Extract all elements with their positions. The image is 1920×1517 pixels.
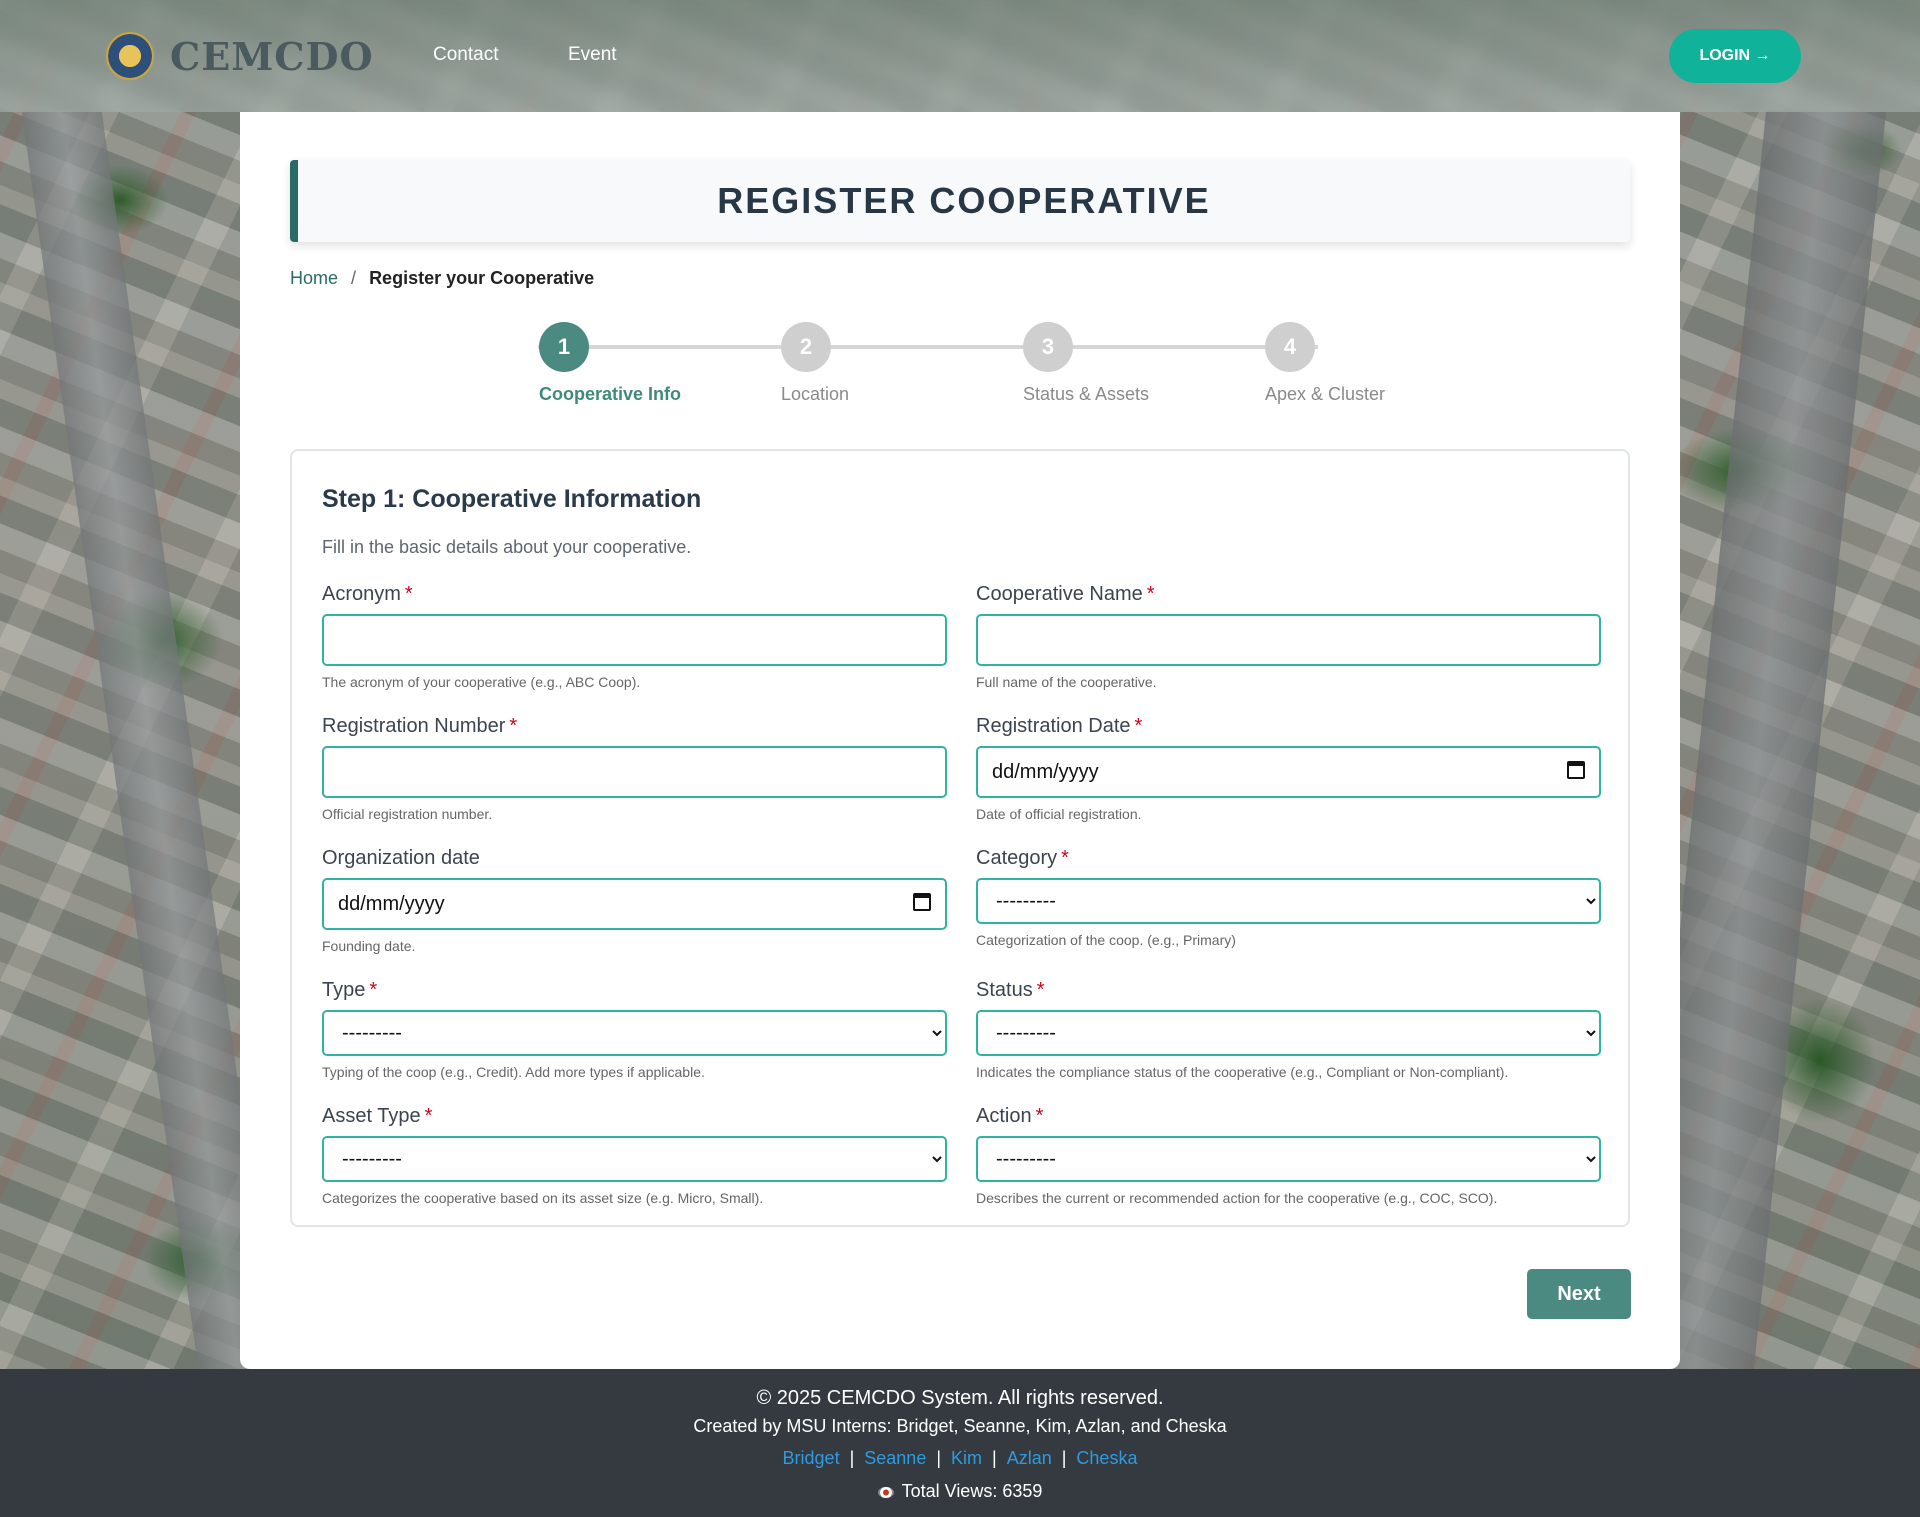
type-label: Type * [322, 979, 378, 1001]
reg-date-field-group: Registration Date* Date of official regi… [976, 715, 1601, 822]
breadcrumb-home-link[interactable]: Home [290, 268, 338, 288]
type-select[interactable]: --------- [322, 1010, 947, 1056]
coop-name-help: Full name of the cooperative. [976, 674, 1157, 690]
step-3-circle[interactable]: 3 [1023, 322, 1073, 372]
status-field-group: Status * --------- Indicates the complian… [976, 979, 1601, 1080]
page-title-box: REGISTER COOPERATIVE [290, 160, 1630, 242]
intern-link-bridget[interactable]: Bridget [783, 1448, 840, 1468]
coop-name-label: Cooperative Name * [976, 583, 1155, 605]
asset-type-field-group: Asset Type * --------- Categorizes the co… [322, 1105, 947, 1206]
step-1-circle[interactable]: 1 [539, 322, 589, 372]
nav-contact-link[interactable]: Contact [433, 44, 498, 66]
status-help: Indicates the compliance status of the c… [976, 1064, 1509, 1080]
type-help: Typing of the coop (e.g., Credit). Add m… [322, 1064, 705, 1080]
calendar-icon[interactable] [913, 893, 931, 911]
breadcrumb: Home / Register your Cooperative [290, 268, 594, 289]
intern-link-cheska[interactable]: Cheska [1076, 1448, 1137, 1468]
reg-number-help: Official registration number. [322, 806, 493, 822]
main-card: REGISTER COOPERATIVE Home / Register you… [240, 112, 1680, 1369]
step-4-circle[interactable]: 4 [1265, 322, 1315, 372]
category-select[interactable]: --------- [976, 878, 1601, 924]
brand-name[interactable]: CEMCDO [170, 34, 374, 79]
stepper-track [538, 345, 1318, 349]
intern-link-kim[interactable]: Kim [951, 1448, 982, 1468]
reg-number-label: Registration Number * [322, 715, 518, 737]
step-1-label: Cooperative Info [539, 384, 682, 404]
org-date-help: Founding date. [322, 938, 416, 954]
form-subtitle: Fill in the basic details about your coo… [322, 537, 692, 557]
total-views-text: Total Views: 6359 [901, 1481, 1043, 1501]
footer-copyright: © 2025 CEMCDO System. All rights reserve… [756, 1387, 1164, 1409]
intern-link-seanne[interactable]: Seanne [864, 1448, 926, 1468]
reg-number-input[interactable] [322, 746, 947, 798]
step-4-label: Apex & Cluster [1265, 384, 1386, 404]
nav-event-link[interactable]: Event [568, 44, 617, 66]
org-date-input[interactable] [322, 878, 947, 930]
intern-link-azlan[interactable]: Azlan [1007, 1448, 1052, 1468]
login-button[interactable]: LOGIN → [1669, 29, 1801, 83]
reg-date-help: Date of official registration. [976, 806, 1142, 822]
acronym-input[interactable] [322, 614, 947, 666]
step-2-circle[interactable]: 2 [781, 322, 831, 372]
calendar-icon[interactable] [1567, 761, 1585, 779]
cooperative-info-form: Step 1: Cooperative Information Fill in … [290, 449, 1630, 1227]
next-button[interactable]: Next [1527, 1269, 1631, 1319]
action-label: Action * [976, 1105, 1044, 1127]
form-title: Step 1: Cooperative Information [322, 485, 702, 513]
asset-type-label: Asset Type * [322, 1105, 433, 1127]
breadcrumb-current: Register your Cooperative [369, 268, 595, 288]
top-header: CEMCDO Contact Event LOGIN → [0, 0, 1920, 112]
asset-type-select[interactable]: --------- [322, 1136, 947, 1182]
acronym-field-group: Acronym * The acronym of your cooperative… [322, 583, 947, 690]
asset-type-help: Categorizes the cooperative based on its… [322, 1190, 764, 1206]
reg-date-label: Registration Date * [976, 715, 1143, 737]
coop-name-input[interactable] [976, 614, 1601, 666]
page-title: REGISTER COOPERATIVE [717, 180, 1211, 221]
coop-name-field-group: Cooperative Name * Full name of the coope… [976, 583, 1601, 690]
category-field-group: Category * --------- Categorization of th… [976, 847, 1601, 948]
page-footer: © 2025 CEMCDO System. All rights reserve… [0, 1369, 1920, 1517]
org-date-field-group: Organization date Founding date. [322, 847, 947, 954]
status-select[interactable]: --------- [976, 1010, 1601, 1056]
action-field-group: Action * --------- Describes the current … [976, 1105, 1601, 1206]
action-help: Describes the current or recommended act… [976, 1190, 1498, 1206]
footer-intern-links: Bridget | Seanne | Kim | Azlan | Cheska [782, 1448, 1138, 1468]
acronym-label: Acronym * [322, 583, 413, 605]
action-select[interactable]: --------- [976, 1136, 1601, 1182]
type-field-group: Type * --------- Typing of the coop (e.g.… [322, 979, 947, 1080]
category-help: Categorization of the coop. (e.g., Prima… [976, 932, 1236, 948]
reg-number-field-group: Registration Number * Official registrati… [322, 715, 947, 822]
status-label: Status * [976, 979, 1045, 1001]
category-label: Category * [976, 847, 1069, 869]
step-2-label: Location [781, 384, 850, 404]
org-date-label: Organization date [322, 847, 480, 869]
reg-date-input[interactable] [976, 746, 1601, 798]
breadcrumb-separator: / [351, 268, 357, 288]
cemcdo-logo-icon[interactable] [106, 32, 154, 80]
eye-icon [877, 1486, 894, 1498]
acronym-help: The acronym of your cooperative (e.g., A… [322, 674, 641, 690]
footer-total-views: Total Views: 6359 [0, 1481, 1920, 1502]
step-3-label: Status & Assets [1023, 384, 1150, 404]
footer-credits: Created by MSU Interns: Bridget, Seanne,… [693, 1416, 1227, 1436]
